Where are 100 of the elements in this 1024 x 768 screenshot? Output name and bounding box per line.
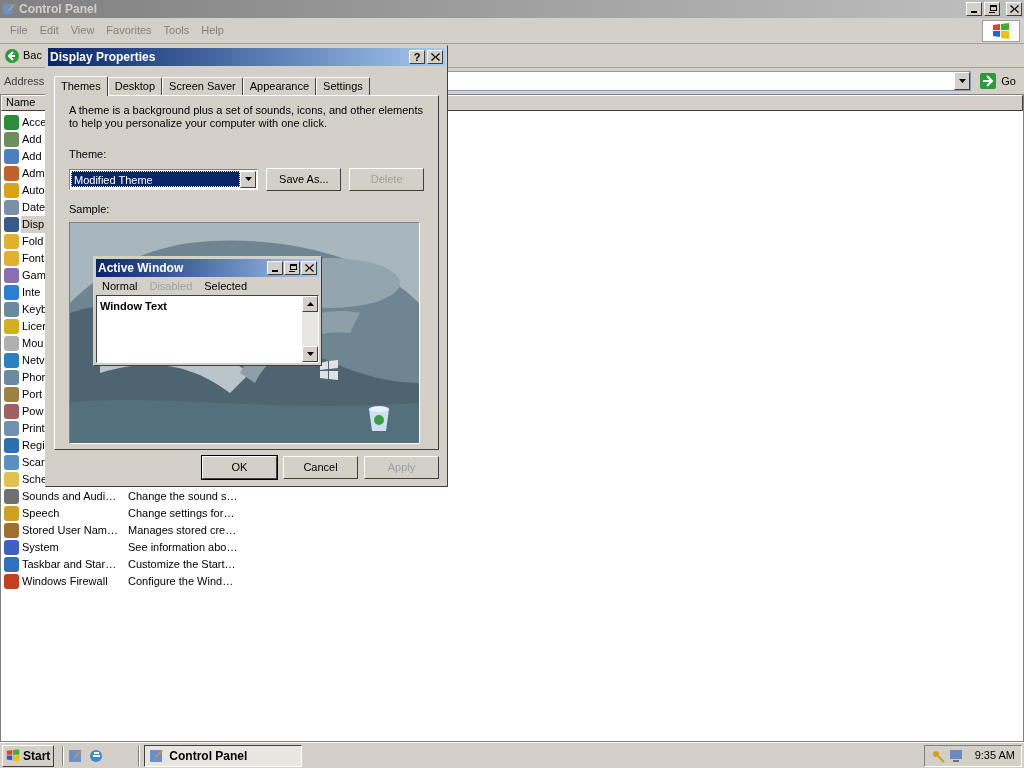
- applet-icon: [4, 183, 19, 198]
- applet-icon: [4, 455, 19, 470]
- applet-description: Change settings for…: [128, 506, 235, 522]
- maximize-button[interactable]: [284, 261, 300, 275]
- applet-icon: [4, 353, 19, 368]
- window-title: Control Panel: [19, 1, 97, 18]
- applet-icon: [4, 574, 19, 589]
- applet-name[interactable]: Add: [21, 131, 43, 148]
- control-panel-icon: [149, 747, 166, 764]
- tray-computer-icon[interactable]: [948, 748, 963, 763]
- applet-icon: [4, 472, 19, 487]
- applet-icon: [4, 200, 19, 215]
- close-icon: [430, 53, 440, 61]
- restore-icon: [987, 5, 997, 13]
- applet-name[interactable]: System: [21, 539, 60, 556]
- start-button[interactable]: Start: [2, 744, 55, 767]
- applet-name[interactable]: Date: [21, 199, 47, 216]
- windows-logo-icon: [6, 749, 20, 762]
- taskbar-button[interactable]: Control Panel: [144, 744, 303, 767]
- applet-name[interactable]: Phor: [21, 369, 47, 386]
- tab[interactable]: Settings: [316, 77, 370, 95]
- applet-name[interactable]: Disp: [21, 216, 45, 233]
- applet-icon: [4, 489, 19, 504]
- applet-icon: [4, 421, 19, 436]
- applet-name[interactable]: Sounds and Audi…: [21, 488, 118, 505]
- applet-icon: [4, 132, 19, 147]
- back-button[interactable]: Bac: [4, 47, 42, 64]
- applet-icon: [4, 285, 19, 300]
- restore-icon: [287, 264, 297, 272]
- applet-name[interactable]: Licer: [21, 318, 47, 335]
- dialog-button[interactable]: Cancel: [283, 456, 358, 479]
- applet-name[interactable]: Fold: [21, 233, 45, 250]
- minimize-button[interactable]: [966, 2, 982, 16]
- applet-icon: [4, 319, 19, 334]
- applet-icon: [4, 523, 19, 538]
- applet-name[interactable]: Auto: [21, 182, 46, 199]
- applet-description: Customize the Start…: [128, 557, 236, 573]
- close-button[interactable]: [301, 261, 317, 275]
- applet-icon: [4, 149, 19, 164]
- applet-description: Manages stored cre…: [128, 523, 237, 539]
- close-icon: [304, 264, 314, 272]
- applet-name[interactable]: Port: [21, 386, 44, 403]
- applet-icon: [4, 540, 19, 555]
- window-text: Window Text: [99, 299, 168, 314]
- close-button[interactable]: [427, 50, 443, 64]
- browser-icon[interactable]: [88, 747, 105, 764]
- tab[interactable]: Appearance: [242, 77, 317, 95]
- applet-icon: [4, 557, 19, 572]
- applet-icon: [4, 387, 19, 402]
- dialog-title: Display Properties: [50, 49, 156, 66]
- applet-name[interactable]: Gam: [21, 267, 47, 284]
- close-button[interactable]: [1006, 2, 1022, 16]
- applet-description: See information abo…: [128, 540, 238, 556]
- applet-name[interactable]: Scar: [21, 454, 46, 471]
- clock: 9:35 AM: [974, 748, 1015, 764]
- applet-icon: [4, 268, 19, 283]
- applet-icon: [4, 115, 19, 130]
- tab[interactable]: Desktop: [107, 77, 163, 95]
- sample-label: Sample:: [69, 201, 111, 217]
- applet-name[interactable]: Stored User Nam…: [21, 522, 119, 539]
- theme-description: A theme is a background plus a set of sounds, icons, and other elements to help you personalize your computer with one click.: [69, 104, 425, 130]
- help-button[interactable]: ?: [409, 50, 425, 64]
- control-panel-icon: [2, 2, 16, 16]
- applet-name[interactable]: Netv: [21, 352, 46, 369]
- applet-name[interactable]: Add: [21, 148, 43, 165]
- close-icon: [1009, 5, 1019, 13]
- restore-button[interactable]: [984, 2, 1000, 16]
- theme-dropdown[interactable]: Modified Theme: [69, 168, 259, 190]
- applet-name[interactable]: Speech: [21, 505, 61, 522]
- applet-name[interactable]: Acce: [21, 114, 48, 131]
- applet-name[interactable]: Mou: [21, 335, 45, 352]
- applet-name[interactable]: Taskbar and Star…: [21, 556, 118, 573]
- applet-name[interactable]: Inte: [21, 284, 42, 301]
- applet-icon: [4, 217, 19, 232]
- tab[interactable]: Screen Saver: [162, 77, 243, 95]
- applet-icon: [4, 336, 19, 351]
- save-as-button[interactable]: Save As...: [266, 167, 342, 191]
- applet-icon: [4, 166, 19, 181]
- applet-name[interactable]: Windows Firewall: [21, 573, 109, 590]
- applet-icon: [4, 251, 19, 266]
- applet-icon: [4, 438, 19, 453]
- go-button[interactable]: Go: [975, 72, 1020, 90]
- tab[interactable]: Themes: [54, 76, 108, 96]
- minimize-button[interactable]: [267, 261, 283, 275]
- applet-name[interactable]: Adm: [21, 165, 46, 182]
- applet-icon: [4, 404, 19, 419]
- address-label: Address: [4, 73, 45, 89]
- applet-name[interactable]: Font: [21, 250, 45, 267]
- applet-icon: [4, 234, 19, 249]
- dialog-button[interactable]: OK: [202, 456, 277, 479]
- applet-description: Configure the Wind…: [128, 574, 234, 590]
- applet-icon: [4, 370, 19, 385]
- applet-description: Change the sound s…: [128, 489, 238, 505]
- theme-label: Theme:: [69, 147, 108, 162]
- recycle-bin-icon: [366, 403, 392, 433]
- applet-name[interactable]: Pow: [21, 403, 45, 420]
- preview-title: Active Window: [98, 260, 184, 277]
- applet-name[interactable]: Regi: [21, 437, 46, 454]
- applet-name[interactable]: Print: [21, 420, 46, 437]
- applet-icon: [4, 506, 19, 521]
